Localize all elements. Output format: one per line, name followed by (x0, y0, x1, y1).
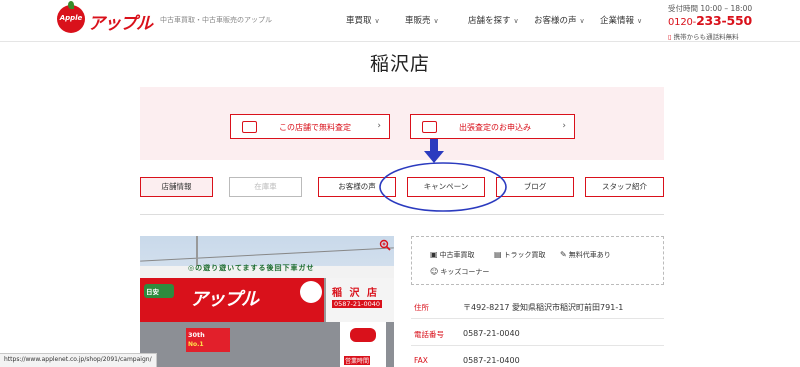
tab-store-info[interactable]: 店舗情報 (140, 177, 213, 197)
info-label: 電話番号 (414, 330, 444, 339)
nav-item-find-store[interactable]: 店舗を探す ∨ (468, 14, 519, 26)
photo-store-name: 稲 沢 店 (332, 288, 379, 299)
site-tagline: 中古車買取・中古車販売のアップル (160, 16, 272, 24)
visit-appraisal-label: 出張査定のお申込み (459, 123, 531, 132)
feature-truck: ▤ トラック買取 (494, 250, 546, 260)
header-contact: 受付時間 10:00 – 18:00 0120-233-550 ▯ 携帯からも通… (668, 3, 798, 41)
photo-sign-logo (350, 328, 376, 342)
browser-status-url: https://www.applenet.co.jp/shop/2091/cam… (0, 353, 157, 367)
phone-prefix: 0120- (668, 17, 697, 28)
store-photo[interactable]: ◎の遊り遊いてまする後回下車ガせ 日安 アップル 稲 沢 店 0587-21-0… (140, 236, 394, 367)
mobile-note-text: 携帯からも通話料無料 (673, 33, 739, 41)
phone-digits: 233-550 (696, 13, 753, 28)
tabs-divider (140, 214, 664, 215)
logo-text: アップル (88, 14, 153, 34)
chevron-right-icon: › (562, 121, 566, 131)
photo-apple-logo (300, 281, 322, 303)
site-header: Apple アップル 中古車買取・中古車販売のアップル 車買取 ∨ 車販売 ∨ 店舗… (0, 0, 800, 42)
photo-promo-top: 30th (188, 331, 205, 339)
feature-label: トラック買取 (503, 251, 546, 259)
nav-item-label: 企業情報 (600, 16, 635, 26)
free-appraisal-label: この店舗で無料査定 (279, 123, 351, 132)
annotation-arrow-icon (424, 139, 444, 163)
chevron-down-icon: ∨ (579, 17, 585, 25)
feature-car-buy: ▣ 中古車買取 (430, 250, 475, 260)
phone-number[interactable]: 0120-233-550 (668, 14, 798, 29)
cta-banner: この店舗で無料査定 › 出張査定のお申込み › (140, 87, 664, 160)
kids-corner-icon: ☺ (430, 267, 439, 276)
chevron-down-icon: ∨ (433, 17, 439, 25)
visit-appraisal-button[interactable]: 出張査定のお申込み › (410, 114, 575, 139)
annotation-ellipse (379, 162, 507, 212)
free-appraisal-button[interactable]: この店舗で無料査定 › (230, 114, 390, 139)
free-inspection-icon: ✎ (560, 250, 567, 259)
apple-logo-mark: Apple (57, 1, 85, 33)
info-row-phone: 電話番号 0587-21-0040 (411, 324, 664, 346)
truck-icon: ▤ (494, 250, 502, 259)
nav-item-label: 車買取 (346, 16, 372, 26)
store-features: ▣ 中古車買取 ▤ トラック買取 ✎ 無料代車あり ☺ キッズコーナー (411, 236, 664, 285)
page-title: 稲沢店 (369, 53, 430, 75)
chevron-down-icon: ∨ (637, 17, 643, 25)
car-buy-icon: ▣ (430, 250, 438, 259)
feature-label: 無料代車あり (568, 251, 611, 259)
nav-item-voices[interactable]: お客様の声 ∨ (534, 14, 585, 26)
logo-mark-text: Apple (59, 14, 83, 22)
nav-item-label: 店舗を探す (468, 16, 511, 26)
feature-kids-corner: ☺ キッズコーナー (430, 267, 489, 277)
photo-sign-post-text: 営業時間 (344, 356, 371, 365)
feature-label: キッズコーナー (440, 268, 490, 276)
tab-inventory[interactable]: 在庫車 (229, 177, 302, 197)
apple-logo[interactable]: Apple アップル (57, 1, 153, 35)
nav-item-company[interactable]: 企業情報 ∨ (600, 14, 642, 26)
feature-free-loaner: ✎ 無料代車あり (560, 250, 611, 260)
mobile-note: ▯ 携帯からも通話料無料 (668, 31, 798, 41)
photo-store-tel: 0587-21-0040 (332, 300, 383, 308)
chevron-down-icon: ∨ (374, 17, 380, 25)
photo-brand-sign: アップル (190, 289, 259, 310)
nav-item-label: お客様の声 (534, 16, 577, 26)
tab-staff[interactable]: スタッフ紹介 (585, 177, 664, 197)
chevron-right-icon: › (377, 121, 381, 131)
info-value: 0587-21-0400 (463, 356, 520, 365)
nav-item-label: 車販売 (405, 16, 431, 26)
info-value: 〒492-8217 愛知県稲沢市稲沢町前田791-1 (463, 303, 624, 312)
document-icon (242, 121, 257, 133)
nav-item-sell[interactable]: 車販売 ∨ (405, 14, 439, 26)
info-row-address: 住所 〒492-8217 愛知県稲沢市稲沢町前田791-1 (411, 297, 664, 319)
info-label: 住所 (414, 303, 429, 312)
photo-caption: ◎の遊り遊いてまする後回下車ガせ (188, 264, 315, 272)
info-row-fax: FAX 0587-21-0400 (411, 351, 664, 367)
chevron-down-icon: ∨ (513, 17, 519, 25)
info-label: FAX (414, 356, 428, 365)
nav-item-buy[interactable]: 車買取 ∨ (346, 14, 380, 26)
photo-promo-bottom: No.1 (188, 341, 204, 348)
feature-label: 中古車買取 (439, 251, 475, 259)
zoom-icon[interactable] (379, 239, 391, 251)
photo-green-sign-text: 日安 (146, 288, 159, 296)
info-value[interactable]: 0587-21-0040 (463, 329, 520, 338)
car-icon (422, 121, 437, 133)
